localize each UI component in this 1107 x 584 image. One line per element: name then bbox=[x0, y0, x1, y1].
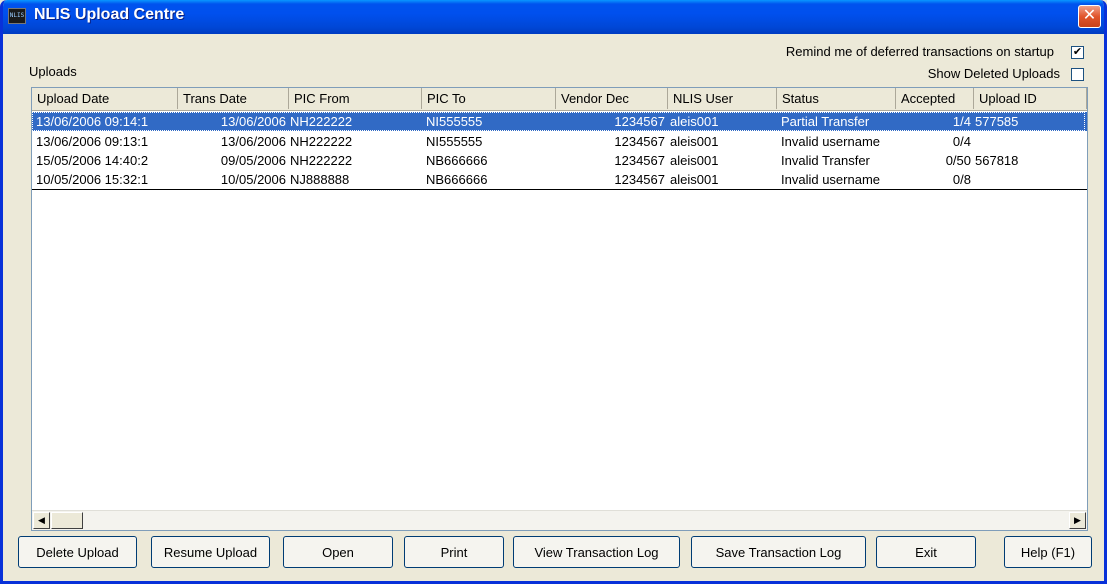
resume-upload-button[interactable]: Resume Upload bbox=[151, 536, 270, 568]
cell-status: Invalid username bbox=[781, 134, 880, 149]
table-row[interactable]: 10/05/2006 15:32:1 10/05/2006 NJ888888 N… bbox=[32, 170, 1087, 190]
cell-upload-id bbox=[971, 170, 1084, 189]
cell-pic-to: NB666666 bbox=[426, 172, 488, 187]
help-button[interactable]: Help (F1) bbox=[1004, 536, 1092, 568]
cell-nlis-user: aleis001 bbox=[670, 134, 719, 149]
column-header-trans-date[interactable]: Trans Date bbox=[178, 88, 289, 109]
horizontal-scrollbar[interactable]: ◀ ▶ bbox=[32, 510, 1087, 530]
column-header-pic-to[interactable]: PIC To bbox=[422, 88, 556, 109]
remind-deferred-label: Remind me of deferred transactions on st… bbox=[785, 44, 1054, 59]
table-row[interactable]: 13/06/2006 09:14:1 13/06/2006 NH222222 N… bbox=[32, 112, 1087, 131]
column-header-accepted[interactable]: Accepted bbox=[896, 88, 974, 109]
cell-nlis-user: aleis001 bbox=[670, 172, 719, 187]
print-button[interactable]: Print bbox=[404, 536, 504, 568]
cell-pic-to: NB666666 bbox=[426, 153, 488, 168]
cell-vendor-dec: 1234567 bbox=[614, 134, 665, 149]
cell-trans-date: 09/05/2006 bbox=[220, 153, 286, 168]
show-deleted-checkbox[interactable] bbox=[1071, 68, 1084, 81]
cell-upload-date: 13/06/2006 09:14:1 bbox=[36, 114, 149, 129]
uploads-label: Uploads bbox=[29, 64, 77, 79]
cell-pic-to: NI555555 bbox=[426, 114, 483, 129]
table-row[interactable]: 13/06/2006 09:13:1 13/06/2006 NH222222 N… bbox=[32, 132, 1087, 151]
nlis-upload-centre-window: NLIS NLIS Upload Centre ✕ Remind me of d… bbox=[0, 0, 1107, 584]
cell-pic-from: NJ888888 bbox=[290, 172, 350, 187]
cell-trans-date: 13/06/2006 bbox=[220, 114, 286, 129]
nlis-app-icon: NLIS bbox=[8, 8, 26, 24]
exit-button[interactable]: Exit bbox=[876, 536, 976, 568]
remind-deferred-checkbox[interactable]: ✔ bbox=[1071, 46, 1084, 59]
scroll-thumb[interactable] bbox=[51, 512, 83, 529]
window-title: NLIS Upload Centre bbox=[34, 6, 185, 23]
cell-nlis-user: aleis001 bbox=[670, 153, 719, 168]
cell-vendor-dec: 1234567 bbox=[614, 114, 665, 129]
scroll-left-icon[interactable]: ◀ bbox=[33, 512, 50, 529]
open-button[interactable]: Open bbox=[283, 536, 393, 568]
cell-trans-date: 13/06/2006 bbox=[220, 134, 286, 149]
cell-vendor-dec: 1234567 bbox=[614, 172, 665, 187]
cell-upload-date: 15/05/2006 14:40:2 bbox=[36, 153, 149, 168]
cell-accepted: 1/4 bbox=[952, 114, 971, 129]
uploads-list[interactable]: Upload Date Trans Date PIC From PIC To V… bbox=[31, 87, 1088, 531]
column-header-nlis-user[interactable]: NLIS User bbox=[668, 88, 777, 109]
cell-status: Invalid username bbox=[781, 172, 880, 187]
column-header-upload-id[interactable]: Upload ID bbox=[974, 88, 1087, 109]
cell-upload-date: 13/06/2006 09:13:1 bbox=[36, 134, 149, 149]
cell-pic-from: NH222222 bbox=[290, 114, 353, 129]
cell-pic-from: NH222222 bbox=[290, 134, 353, 149]
cell-upload-id: 577585 bbox=[975, 114, 1019, 129]
delete-upload-button[interactable]: Delete Upload bbox=[18, 536, 137, 568]
scroll-right-icon[interactable]: ▶ bbox=[1069, 512, 1086, 529]
column-header-status[interactable]: Status bbox=[777, 88, 896, 109]
cell-accepted: 0/8 bbox=[952, 172, 971, 187]
cell-upload-date: 10/05/2006 15:32:1 bbox=[36, 172, 149, 187]
list-header: Upload Date Trans Date PIC From PIC To V… bbox=[32, 88, 1087, 111]
title-bar[interactable]: NLIS NLIS Upload Centre ✕ bbox=[3, 0, 1104, 34]
cell-pic-from: NH222222 bbox=[290, 153, 353, 168]
close-icon[interactable]: ✕ bbox=[1078, 5, 1101, 28]
cell-upload-id bbox=[971, 132, 1084, 151]
show-deleted-label: Show Deleted Uploads bbox=[927, 66, 1060, 81]
cell-vendor-dec: 1234567 bbox=[614, 153, 665, 168]
cell-accepted: 0/4 bbox=[952, 134, 971, 149]
cell-trans-date: 10/05/2006 bbox=[220, 172, 286, 187]
table-row[interactable]: 15/05/2006 14:40:2 09/05/2006 NH222222 N… bbox=[32, 151, 1087, 170]
column-header-vendor-dec[interactable]: Vendor Dec bbox=[556, 88, 668, 109]
cell-status: Partial Transfer bbox=[781, 114, 870, 129]
cell-accepted: 0/50 bbox=[945, 153, 971, 168]
cell-nlis-user: aleis001 bbox=[670, 114, 719, 129]
cell-status: Invalid Transfer bbox=[781, 153, 870, 168]
cell-upload-id: 567818 bbox=[975, 153, 1019, 168]
column-header-pic-from[interactable]: PIC From bbox=[289, 88, 422, 109]
cell-pic-to: NI555555 bbox=[426, 134, 483, 149]
save-transaction-log-button[interactable]: Save Transaction Log bbox=[691, 536, 866, 568]
column-header-upload-date[interactable]: Upload Date bbox=[32, 88, 178, 109]
view-transaction-log-button[interactable]: View Transaction Log bbox=[513, 536, 680, 568]
